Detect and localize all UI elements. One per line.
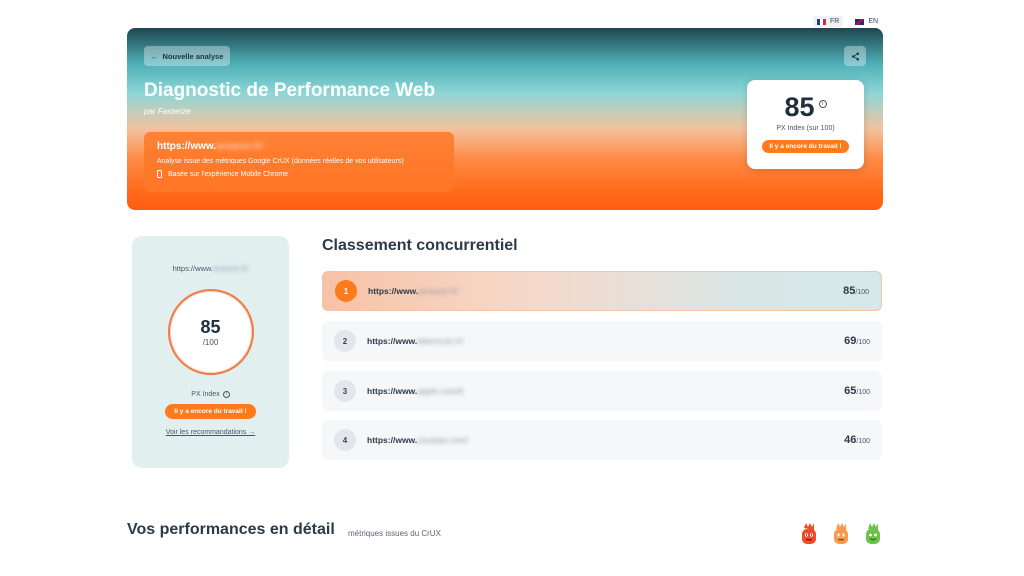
performance-section-title: Vos performances en détail [127,521,335,538]
site-url-prefix: https://www. [172,264,213,273]
lang-en-option[interactable]: EN [851,16,882,27]
rank-score-out-of: /100 [856,438,870,445]
rank-score: 65/100 [844,385,870,397]
site-score-panel: https://www.amazon.fr/ 85 /100 PX Index … [132,236,289,468]
share-icon [851,52,859,60]
rank-score: 69/100 [844,335,870,347]
rank-number: 2 [334,330,356,352]
ranking-row[interactable]: 2 https://www.leboncoin.fr/ 69/100 [322,321,882,361]
poor-status-mascot-icon [800,522,818,546]
rank-score: 46/100 [844,434,870,446]
info-icon[interactable]: i [222,391,230,398]
gauge-score: 85 [200,317,221,337]
share-button[interactable] [844,46,866,66]
analyzed-url-domain: amazon.fr/ [216,141,264,152]
analyzed-url-prefix: https://www. [157,141,217,152]
needs-improvement-mascot-icon [832,522,850,546]
rank-url: https://www.leboncoin.fr/ [367,336,464,346]
page-title: Diagnostic de Performance Web [144,80,436,101]
lang-fr-option[interactable]: FR [813,16,844,27]
rank-score-out-of: /100 [856,339,870,346]
px-index-label: PX Index (sur 100) [776,125,835,132]
gauge-denominator: /100 [202,338,219,347]
site-url: https://www.amazon.fr/ [132,264,289,273]
rank-url: https://www.apple.com/fr [367,386,464,396]
hero-banner: ← Nouvelle analyse Diagnostic de Perform… [127,28,883,210]
rank-score: 85/100 [843,285,869,297]
info-icon[interactable]: i [818,100,827,108]
rank-number: 1 [335,280,357,302]
lang-fr-label: FR [830,18,840,25]
rank-url-domain: youtube.com/ [417,435,469,445]
rank-number: 4 [334,429,356,451]
lang-en-label: EN [868,18,879,25]
rank-score-out-of: /100 [856,389,870,396]
px-index-caption: PX Index i [132,391,289,398]
rank-score-value: 46 [844,434,857,446]
rank-url: https://www.amazon.fr/ [368,286,458,296]
device-info: Basée sur l'expérience Mobile Chrome [157,170,441,178]
arrow-left-icon: ← [151,51,159,61]
status-badge: Il y a encore du travail ! [165,404,256,419]
new-analysis-label: Nouvelle analyse [162,51,224,61]
language-switcher: FR EN [813,16,882,27]
new-analysis-button[interactable]: ← Nouvelle analyse [144,46,231,66]
score-gauge: 85 /100 [167,289,254,375]
good-status-mascot-icon [864,522,882,546]
ranking-row[interactable]: 1 https://www.amazon.fr/ 85/100 [322,271,882,311]
px-index-value: 85 [784,92,815,122]
rank-url-domain: apple.com/fr [417,386,464,396]
rank-url-domain: leboncoin.fr/ [417,336,464,346]
rank-score-value: 69 [844,335,857,347]
mobile-phone-icon [157,170,162,178]
rank-url-prefix: https://www. [367,336,418,346]
rank-url-prefix: https://www. [367,435,418,445]
flag-en-icon [855,18,865,25]
performance-section-subtitle: métriques issues du CrUX [348,529,441,538]
device-label: Basée sur l'expérience Mobile Chrome [168,170,289,178]
analyzed-url-card: https://www.amazon.fr/ Analyse issue des… [144,132,454,192]
flag-fr-icon [817,18,826,25]
analysis-description: Analyse issue des métriques Google CrUX … [157,158,404,165]
rank-score-value: 85 [843,285,856,297]
metric-status-mascots [800,522,882,546]
rank-url: https://www.youtube.com/ [367,435,468,445]
rank-score-value: 65 [844,385,857,397]
rank-url-prefix: https://www. [368,286,419,296]
rank-score-out-of: /100 [855,289,869,296]
status-badge: Il y a encore du travail ! [762,140,849,153]
rank-number: 3 [334,380,356,402]
px-index-score-card: 85 i PX Index (sur 100) Il y a encore du… [747,80,864,169]
ranking-row[interactable]: 4 https://www.youtube.com/ 46/100 [322,420,882,460]
ranking-title: Classement concurrentiel [322,237,518,254]
rank-url-domain: amazon.fr/ [418,286,459,296]
page-subtitle: par Fasterize [144,107,191,116]
site-url-domain: amazon.fr/ [213,264,249,273]
analyzed-url: https://www.amazon.fr/ [157,141,441,152]
rank-url-prefix: https://www. [367,386,418,396]
ranking-row[interactable]: 3 https://www.apple.com/fr 65/100 [322,371,882,411]
px-index-caption-label: PX Index [191,391,220,398]
recommendations-link[interactable]: Voir les recommandations → [132,429,289,436]
px-index-score: 85 i [784,92,827,123]
